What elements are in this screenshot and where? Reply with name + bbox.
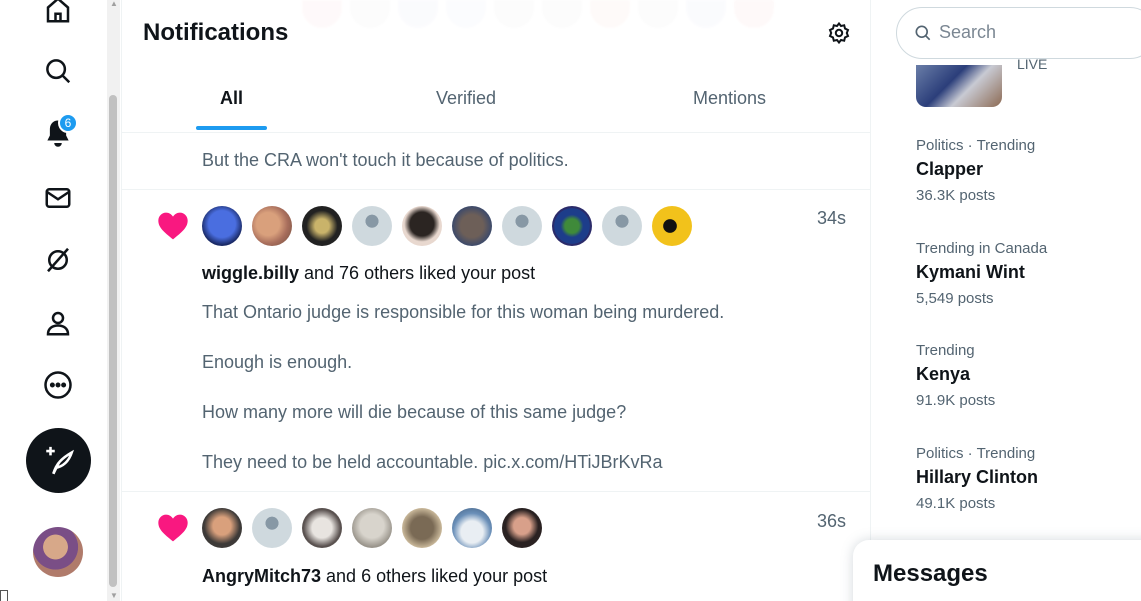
search-placeholder: Search: [939, 22, 997, 42]
notification-action: and 6 others liked your post: [321, 566, 548, 586]
avatar[interactable]: [502, 206, 542, 246]
live-event-thumbnail[interactable]: [916, 65, 1002, 107]
like-heart-icon: [158, 212, 188, 240]
liker-username[interactable]: wiggle.billy: [202, 263, 299, 283]
home-icon[interactable]: [40, 0, 76, 28]
notification-time: 34s: [817, 208, 847, 228]
messages-drawer-title: Messages: [873, 560, 988, 587]
tab-all[interactable]: All: [220, 88, 243, 109]
right-sidebar: LIVE Search Politics · Trending Clapper …: [871, 0, 1141, 601]
notification-action: and 76 others liked your post: [299, 263, 536, 283]
trend-count: 5,549 posts: [916, 290, 994, 307]
search-icon: [915, 25, 931, 41]
avatar[interactable]: [452, 508, 492, 548]
trend-name: Clapper: [916, 159, 984, 179]
tab-mentions[interactable]: Mentions: [693, 88, 766, 109]
window-corner-control: [0, 590, 8, 601]
trend-count: 91.9K posts: [916, 392, 996, 409]
notification-summary: AngryMitch73 and 6 others liked your pos…: [202, 566, 547, 587]
avatar[interactable]: [302, 206, 342, 246]
notification-summary: wiggle.billy and 76 others liked your po…: [202, 263, 535, 284]
more-options-icon[interactable]: [40, 367, 76, 403]
avatar[interactable]: [252, 206, 292, 246]
notifications-header: Notifications All Verified Mentions: [122, 0, 870, 133]
avatar[interactable]: [352, 508, 392, 548]
divider: [122, 491, 870, 492]
trend-item[interactable]: Trending in Canada Kymani Wint 5,549 pos…: [916, 240, 1047, 307]
notifications-column: Notifications All Verified Mentions But …: [121, 0, 871, 601]
search-input[interactable]: Search: [896, 7, 1141, 59]
feather-plus-icon: [45, 446, 74, 474]
avatar[interactable]: [502, 508, 542, 548]
explore-search-icon[interactable]: [40, 53, 76, 89]
avatar[interactable]: [202, 508, 242, 548]
trend-meta: Trending in Canada: [916, 240, 1048, 257]
avatar[interactable]: [402, 206, 442, 246]
avatar[interactable]: [452, 206, 492, 246]
liker-username[interactable]: AngryMitch73: [202, 566, 321, 586]
left-nav: 6: [0, 0, 108, 601]
trend-name: Kymani Wint: [916, 262, 1025, 282]
notification-time: 36s: [817, 511, 847, 531]
post-text-line: They need to be held accountable. pic.x.…: [202, 452, 663, 472]
trend-meta: Politics · Trending: [916, 445, 1036, 462]
trend-count: 36.3K posts: [916, 187, 996, 204]
avatar[interactable]: [302, 508, 342, 548]
compose-post-button[interactable]: [26, 428, 91, 493]
page-title: Notifications: [143, 19, 289, 46]
messages-drawer[interactable]: Messages: [853, 540, 1141, 601]
messages-envelope-icon[interactable]: [40, 180, 76, 216]
tab-verified[interactable]: Verified: [436, 88, 496, 109]
previous-post-text: But the CRA won't touch it because of po…: [202, 150, 569, 170]
avatar[interactable]: [202, 206, 242, 246]
trend-name: Hillary Clinton: [916, 467, 1039, 487]
divider: [122, 189, 870, 190]
post-text-line: That Ontario judge is responsible for th…: [202, 302, 725, 322]
scroll-up-arrow[interactable]: ▲: [110, 0, 118, 8]
avatar[interactable]: [652, 206, 692, 246]
trend-meta: Politics · Trending: [916, 137, 1036, 154]
trend-item[interactable]: Politics · Trending Clapper 36.3K posts: [916, 137, 1035, 204]
post-text-line: How many more will die because of this s…: [202, 402, 627, 422]
liker-avatars: [202, 206, 692, 246]
trend-name: Kenya: [916, 364, 971, 384]
grok-icon[interactable]: [40, 242, 76, 278]
avatar[interactable]: [602, 206, 642, 246]
avatar[interactable]: [252, 508, 292, 548]
liker-avatars: [202, 508, 542, 548]
trend-item[interactable]: Trending Kenya 91.9K posts: [916, 342, 995, 409]
trend-count: 49.1K posts: [916, 495, 996, 512]
scrollbar-thumb[interactable]: [109, 95, 117, 587]
post-text-line: Enough is enough.: [202, 352, 353, 372]
active-tab-indicator: [196, 126, 267, 130]
avatar[interactable]: [402, 508, 442, 548]
settings-gear-icon[interactable]: [825, 19, 853, 47]
trend-item[interactable]: Politics · Trending Hillary Clinton 49.1…: [916, 445, 1038, 512]
avatar[interactable]: [552, 206, 592, 246]
notification-count-badge: 6: [58, 113, 78, 133]
avatar[interactable]: [352, 206, 392, 246]
scroll-down-arrow[interactable]: ▼: [110, 592, 118, 600]
like-heart-icon: [158, 514, 188, 542]
trend-meta: Trending: [916, 342, 975, 359]
account-avatar[interactable]: [33, 527, 83, 577]
profile-icon[interactable]: [40, 305, 76, 341]
